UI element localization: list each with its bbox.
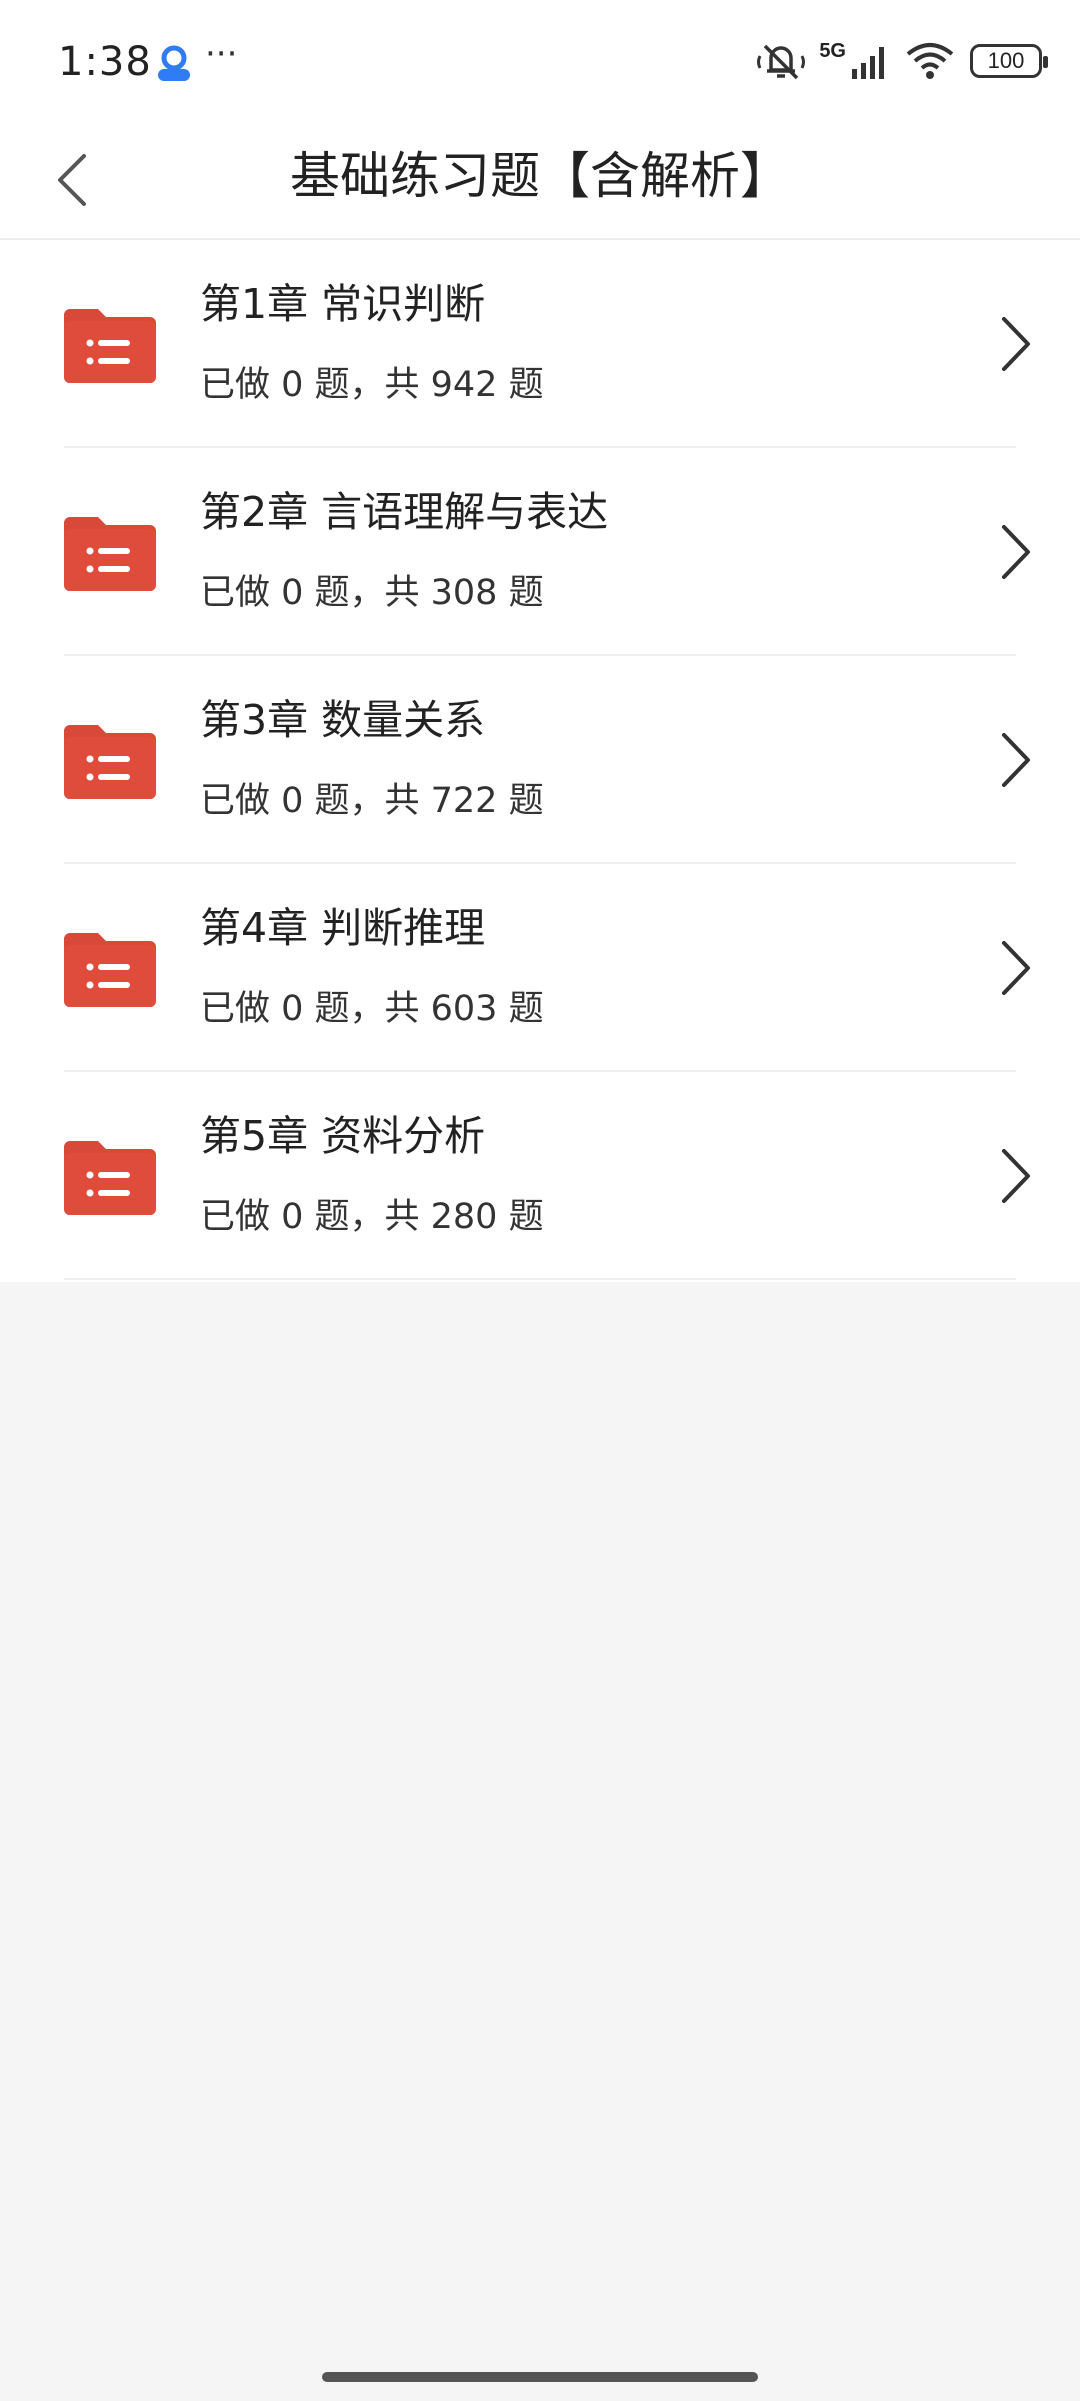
chapter-progress: 已做 0 题，共 308 题 xyxy=(200,573,544,613)
chapter-progress: 已做 0 题，共 280 题 xyxy=(200,1197,544,1237)
chapter-list: 第1章 常识判断 已做 0 题，共 942 题 第2章 言语理解与表达 已做 0… xyxy=(0,240,1080,1282)
navigation-header: 基础练习题【含解析】 xyxy=(0,120,1080,240)
folder-list-icon xyxy=(64,933,156,1007)
chapter-title: 第1章 常识判断 xyxy=(200,280,486,328)
folder-list-icon xyxy=(64,517,156,591)
signal-icon xyxy=(852,47,884,79)
chapter-title: 第4章 判断推理 xyxy=(200,904,486,952)
chapter-progress: 已做 0 题，共 942 题 xyxy=(200,365,544,405)
chapter-item-1[interactable]: 第1章 常识判断 已做 0 题，共 942 题 xyxy=(0,240,1080,448)
chapter-progress: 已做 0 题，共 603 题 xyxy=(200,989,544,1029)
folder-list-icon xyxy=(64,309,156,383)
chevron-right-icon xyxy=(1002,941,1030,995)
chapter-title: 第3章 数量关系 xyxy=(200,696,486,744)
chapter-item-2[interactable]: 第2章 言语理解与表达 已做 0 题，共 308 题 xyxy=(0,448,1080,656)
chapter-item-5[interactable]: 第5章 资料分析 已做 0 题，共 280 题 xyxy=(0,1072,1080,1280)
status-bar: 1:38 ··· 5G 100 xyxy=(0,0,1080,120)
chevron-right-icon xyxy=(1002,1149,1030,1203)
home-indicator[interactable] xyxy=(322,2372,758,2382)
divider xyxy=(64,1278,1016,1280)
battery-indicator: 100 xyxy=(970,44,1048,78)
mute-bell-icon xyxy=(757,44,806,80)
folder-list-icon xyxy=(64,1141,156,1215)
chevron-right-icon xyxy=(1002,525,1030,579)
status-icons: 5G 100 xyxy=(757,38,1048,84)
chapter-progress: 已做 0 题，共 722 题 xyxy=(200,781,544,821)
status-time: 1:38 xyxy=(58,39,152,85)
chapter-title: 第2章 言语理解与表达 xyxy=(200,488,609,536)
chapter-item-3[interactable]: 第3章 数量关系 已做 0 题，共 722 题 xyxy=(0,656,1080,864)
chapter-title: 第5章 资料分析 xyxy=(200,1112,486,1160)
wifi-icon xyxy=(906,43,954,79)
chapter-item-4[interactable]: 第4章 判断推理 已做 0 题，共 603 题 xyxy=(0,864,1080,1072)
network-type: 5G xyxy=(819,39,846,62)
chevron-right-icon xyxy=(1002,733,1030,787)
chevron-right-icon xyxy=(1002,317,1030,371)
folder-list-icon xyxy=(64,725,156,799)
app-notification-icon xyxy=(158,45,190,81)
more-notifications-icon: ··· xyxy=(205,34,238,74)
page-title: 基础练习题【含解析】 xyxy=(290,147,790,205)
